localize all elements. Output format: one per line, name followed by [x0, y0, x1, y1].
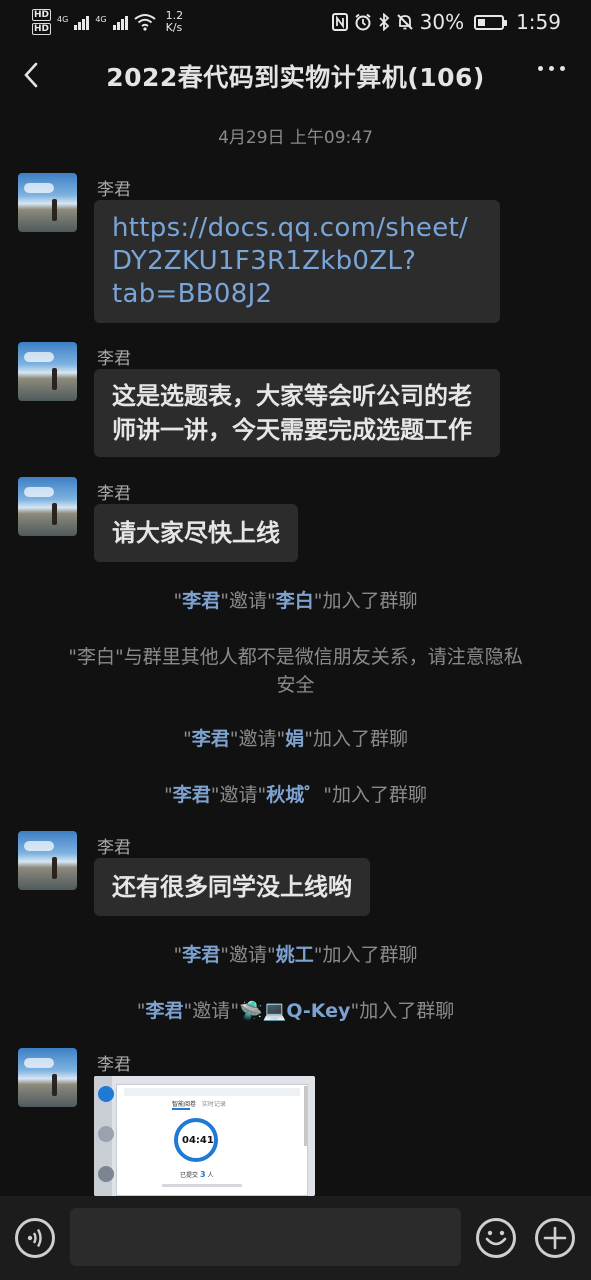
invitee-name[interactable]: 秋城゜	[266, 784, 323, 806]
signal-icon-1	[74, 14, 90, 30]
message-line: 这是选题表，大家等会听公司的老	[112, 382, 472, 410]
invitee-name[interactable]: 🛸💻Q-Key	[239, 1000, 350, 1022]
hd-badge-2: HD	[32, 23, 52, 35]
speed-unit: K/s	[165, 21, 183, 34]
message-bubble[interactable]: 请大家尽快上线	[94, 504, 298, 562]
chat-header: 2022春代码到实物计算机(106)	[0, 48, 591, 104]
sender-name: 李君	[97, 349, 131, 369]
message-item: 李君 还有很多同学没上线哟	[18, 831, 578, 921]
inviter-name[interactable]: 李君	[182, 590, 220, 612]
message-input[interactable]	[70, 1208, 461, 1266]
battery-percent: 30%	[419, 10, 465, 34]
network-type-1: 4G	[57, 15, 69, 24]
invitee-name[interactable]: 娟	[285, 728, 304, 750]
avatar[interactable]	[18, 1048, 77, 1107]
system-notice: "李君"邀请"李白"加入了群聊	[173, 590, 418, 612]
message-item: 李君 https://docs.qq.com/sheet/ DY2ZKU1F3R…	[18, 173, 578, 325]
bluetooth-icon	[378, 13, 389, 31]
wifi-icon	[133, 14, 156, 31]
sender-name: 李君	[97, 1055, 131, 1075]
thumb-count-label: 已提交	[180, 1172, 199, 1179]
notice-line: "李白"与群里其他人都不是微信朋友关系，请注意隐私	[68, 646, 523, 668]
message-item: 李君 请大家尽快上线	[18, 477, 578, 567]
back-button[interactable]	[18, 60, 48, 90]
voice-icon	[27, 1228, 42, 1248]
link-line[interactable]: DY2ZKU1F3R1Zkb0ZL?	[112, 245, 482, 278]
more-dots-icon	[538, 66, 543, 71]
alarm-icon	[354, 13, 371, 31]
message-item: 李君 智能阅卷 实时记录 04:41 已提交 3 人	[18, 1048, 578, 1196]
invitee-name[interactable]: 姚工	[276, 944, 314, 966]
input-bar	[0, 1196, 591, 1280]
sender-name: 李君	[97, 484, 131, 504]
link-line[interactable]: tab=BB08J2	[112, 278, 482, 311]
system-notice: "李君"邀请"秋城゜"加入了群聊	[163, 784, 428, 806]
plus-icon	[543, 1226, 567, 1250]
sender-name: 李君	[97, 838, 131, 858]
more-button[interactable]	[538, 66, 565, 71]
thumb-count-unit: 人	[207, 1172, 214, 1179]
chat-title: 2022春代码到实物计算机(106)	[106, 63, 485, 92]
emoji-icon	[485, 1230, 507, 1246]
battery-fill	[478, 18, 486, 26]
system-notice: "李君"邀请"姚工"加入了群聊	[173, 944, 418, 966]
nfc-icon	[331, 13, 348, 31]
inviter-name[interactable]: 李君	[182, 944, 220, 966]
network-speed: 1.2 K/s	[166, 10, 184, 34]
message-bubble[interactable]: 这是选题表，大家等会听公司的老 师讲一讲，今天需要完成选题工作	[94, 369, 500, 457]
voice-button[interactable]	[15, 1218, 55, 1258]
message-bubble[interactable]: 还有很多同学没上线哟	[94, 858, 370, 916]
hd-badges: HD HD	[32, 9, 52, 35]
system-notice: "李君"邀请"娟"加入了群聊	[182, 728, 409, 750]
message-bubble-link[interactable]: https://docs.qq.com/sheet/ DY2ZKU1F3R1Zk…	[94, 200, 500, 323]
inviter-name[interactable]: 李君	[173, 784, 211, 806]
plus-button[interactable]	[535, 1218, 575, 1258]
mute-bell-icon	[396, 14, 413, 30]
thumb-count: 3	[199, 1170, 206, 1179]
invitee-name[interactable]: 李白	[276, 590, 314, 612]
avatar[interactable]	[18, 477, 77, 536]
emoji-button[interactable]	[476, 1218, 516, 1258]
thumb-tab-2: 实时记录	[202, 1101, 227, 1108]
message-item: 李君 这是选题表，大家等会听公司的老 师讲一讲，今天需要完成选题工作	[18, 342, 578, 462]
status-bar: HD HD 4G 4G 1.2 K/s 30% 1:59	[0, 0, 591, 44]
clock: 1:59	[516, 10, 561, 34]
avatar[interactable]	[18, 831, 77, 890]
inviter-name[interactable]: 李君	[146, 1000, 184, 1022]
status-left: HD HD 4G 4G 1.2 K/s	[32, 9, 183, 35]
link-line[interactable]: https://docs.qq.com/sheet/	[112, 212, 482, 245]
sender-name: 李君	[97, 180, 131, 200]
signal-icon-2	[112, 14, 128, 30]
avatar[interactable]	[18, 173, 77, 232]
hd-badge-1: HD	[32, 9, 52, 21]
system-notice: "李君"邀请"🛸💻Q-Key"加入了群聊	[136, 1000, 455, 1022]
message-line: 师讲一讲，今天需要完成选题工作	[112, 416, 472, 444]
status-right: 30% 1:59	[331, 10, 561, 34]
system-privacy-notice: "李白"与群里其他人都不是微信朋友关系，请注意隐私 安全	[40, 643, 551, 699]
avatar[interactable]	[18, 342, 77, 401]
message-input-field[interactable]	[70, 1208, 461, 1266]
network-type-2: 4G	[95, 15, 107, 24]
chevron-left-icon	[24, 62, 38, 88]
image-message[interactable]: 智能阅卷 实时记录 04:41 已提交 3 人	[94, 1076, 315, 1196]
thumb-timer: 04:41	[182, 1135, 214, 1146]
battery-icon	[474, 14, 508, 30]
notice-line: 安全	[276, 674, 315, 696]
message-timestamp: 4月29日 上午09:47	[218, 128, 373, 148]
thumb-tab-1: 智能阅卷	[172, 1101, 197, 1108]
inviter-name[interactable]: 李君	[192, 728, 230, 750]
